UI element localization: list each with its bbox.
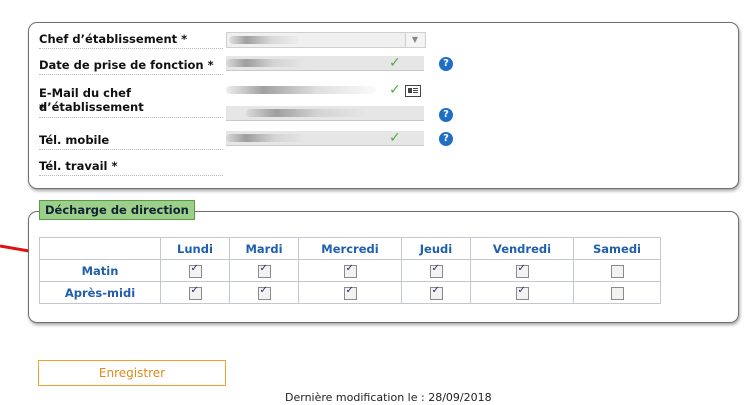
help-icon[interactable]: ? [439, 108, 453, 122]
decharge-direction-title: Décharge de direction [39, 200, 195, 220]
checkbox-matin-mardi[interactable] [257, 263, 271, 278]
day-header-vendredi: Vendredi [470, 237, 574, 260]
row-label-matin: Matin [39, 259, 161, 282]
contact-card-icon[interactable] [405, 85, 421, 97]
chef-etablissement-label: Chef d’établissement * [39, 32, 223, 49]
chevron-down-icon[interactable]: ▼ [405, 33, 424, 47]
redacted-value [226, 134, 306, 142]
save-button[interactable]: Enregistrer [38, 360, 226, 386]
table-corner-cell [39, 237, 161, 260]
check-icon: ✓ [389, 82, 401, 98]
redacted-value [226, 86, 376, 94]
tel-travail-label: Tél. travail * [39, 159, 223, 176]
table-header-row: Lundi Mardi Mercredi Jeudi Vendredi Same… [39, 237, 661, 260]
email-chef-input-line2[interactable] [226, 106, 424, 121]
tel-mobile-input[interactable]: ✓ [226, 131, 424, 146]
email-chef-input[interactable]: ✓ [226, 83, 424, 97]
checkbox-matin-jeudi[interactable] [429, 263, 443, 278]
day-header-mercredi: Mercredi [298, 237, 402, 260]
redacted-value [246, 109, 366, 117]
checkbox-matin-lundi[interactable] [188, 263, 202, 278]
date-prise-fonction-input[interactable]: ✓ [226, 56, 424, 71]
help-icon[interactable]: ? [439, 132, 453, 146]
decharge-schedule-table: Lundi Mardi Mercredi Jeudi Vendredi Same… [39, 237, 661, 304]
checkbox-matin-mercredi[interactable] [343, 263, 357, 278]
checkbox-matin-vendredi[interactable] [515, 263, 529, 278]
redacted-value [229, 36, 299, 44]
checkbox-apres-midi-samedi[interactable] [610, 286, 624, 300]
checkbox-apres-midi-jeudi[interactable] [429, 285, 443, 300]
row-label-apres-midi: Après-midi [39, 281, 161, 304]
table-row: Après-midi [39, 281, 661, 304]
day-header-lundi: Lundi [160, 237, 230, 260]
chef-etablissement-select[interactable]: ▼ [226, 32, 426, 48]
redacted-value [226, 59, 306, 67]
date-prise-fonction-label: Date de prise de fonction * [39, 58, 223, 75]
tel-mobile-label: Tél. mobile [39, 133, 223, 150]
day-header-samedi: Samedi [573, 237, 661, 260]
day-header-mardi: Mardi [229, 237, 299, 260]
last-modified-text: Dernière modification le : 28/09/2018 [285, 391, 492, 404]
table-row: Matin [39, 259, 661, 282]
checkbox-apres-midi-lundi[interactable] [188, 285, 202, 300]
checkbox-apres-midi-mercredi[interactable] [343, 285, 357, 300]
checkbox-apres-midi-vendredi[interactable] [515, 285, 529, 300]
day-header-jeudi: Jeudi [401, 237, 471, 260]
checkbox-apres-midi-mardi[interactable] [257, 285, 271, 300]
checkbox-matin-samedi[interactable] [610, 264, 624, 278]
email-chef-label-required: * [39, 101, 223, 118]
help-icon[interactable]: ? [439, 57, 453, 71]
check-icon: ✓ [389, 55, 401, 71]
check-icon: ✓ [389, 130, 401, 146]
